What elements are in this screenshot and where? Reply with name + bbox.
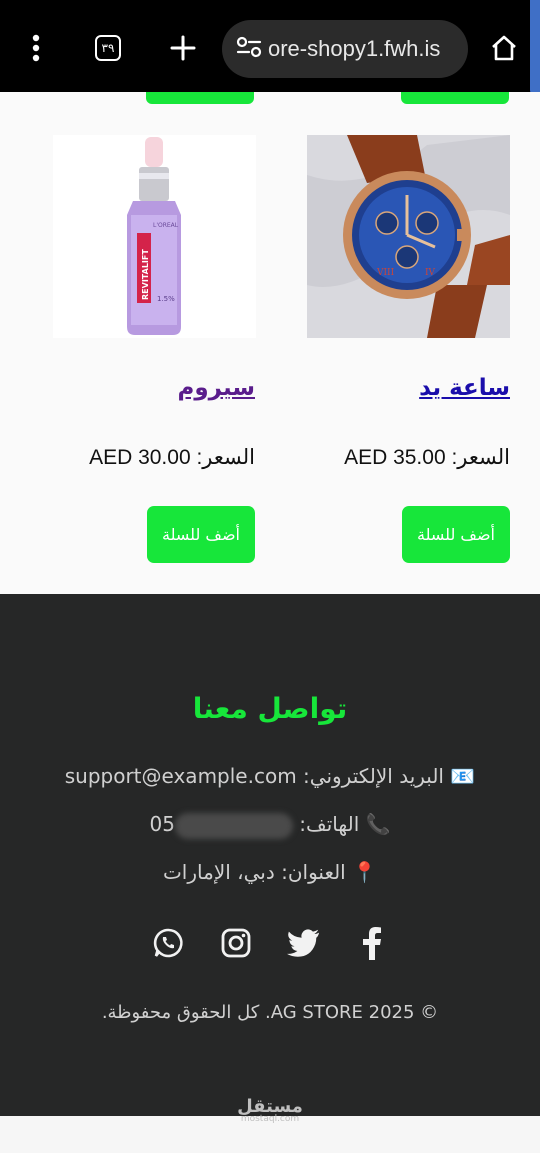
previous-add-to-cart-button[interactable]	[146, 92, 254, 104]
redacted-phone	[174, 812, 293, 839]
scroll-indicator	[530, 0, 540, 96]
tab-count: ٣٩	[95, 35, 121, 61]
product-price-serum: السعر: AED 30.00	[89, 446, 255, 469]
whatsapp-icon[interactable]	[151, 926, 185, 960]
add-to-cart-button-serum[interactable]: أضف للسلة	[147, 506, 255, 563]
svg-text:VIII: VIII	[376, 268, 395, 278]
product-name-watch[interactable]: ساعة يد	[419, 375, 510, 401]
serum-product-image[interactable]: REVITALIFT L'OREAL 1.5%	[53, 135, 256, 338]
svg-text:L'OREAL: L'OREAL	[153, 222, 179, 229]
new-tab-icon[interactable]	[163, 28, 203, 68]
footer-phone: 📞 الهاتف: 05	[0, 812, 540, 839]
site-settings-icon[interactable]	[236, 36, 262, 62]
product-price-watch: السعر: AED 35.00	[344, 446, 510, 469]
footer: تواصل معنا 📧 البريد الإلكتروني: support@…	[0, 594, 540, 1116]
footer-title: تواصل معنا	[192, 692, 348, 725]
address-bar[interactable]: ore-shopy1.fwh.is	[222, 20, 468, 78]
watch-product-image[interactable]: VIII IV	[307, 135, 510, 338]
product-grid: VIII IV ساعة يد السعر: AED 35.00 أضف للس…	[0, 92, 540, 594]
footer-email: 📧 البريد الإلكتروني: support@example.com	[64, 764, 476, 788]
watermark-sub: mostaql.com	[240, 1114, 300, 1124]
twitter-icon[interactable]	[287, 926, 321, 960]
home-icon[interactable]	[484, 28, 524, 68]
social-links	[0, 926, 540, 960]
svg-text:IV: IV	[425, 268, 436, 278]
instagram-icon[interactable]	[219, 926, 253, 960]
watermark-logo: مستقل mostaql.com	[0, 1096, 540, 1124]
copyright-text: © 2025 AG STORE. كل الحقوق محفوظة.	[101, 1002, 439, 1023]
footer-address: 📍 العنوان: دبي، الإمارات	[162, 860, 378, 884]
tab-switcher-button[interactable]: ٣٩	[88, 28, 128, 68]
url-text: ore-shopy1.fwh.is	[268, 36, 441, 61]
phone-visible: 05	[149, 812, 175, 836]
browser-toolbar: ٣٩ ore-shopy1.fwh.is	[0, 0, 540, 96]
facebook-icon[interactable]	[355, 926, 389, 960]
previous-add-to-cart-button[interactable]	[401, 92, 509, 104]
product-name-serum[interactable]: سيروم	[178, 375, 255, 401]
svg-text:1.5%: 1.5%	[157, 295, 175, 303]
add-to-cart-button-watch[interactable]: أضف للسلة	[402, 506, 510, 563]
svg-text:REVITALIFT: REVITALIFT	[141, 249, 150, 300]
menu-icon[interactable]	[16, 28, 56, 68]
phone-label: 📞 الهاتف:	[292, 812, 391, 836]
